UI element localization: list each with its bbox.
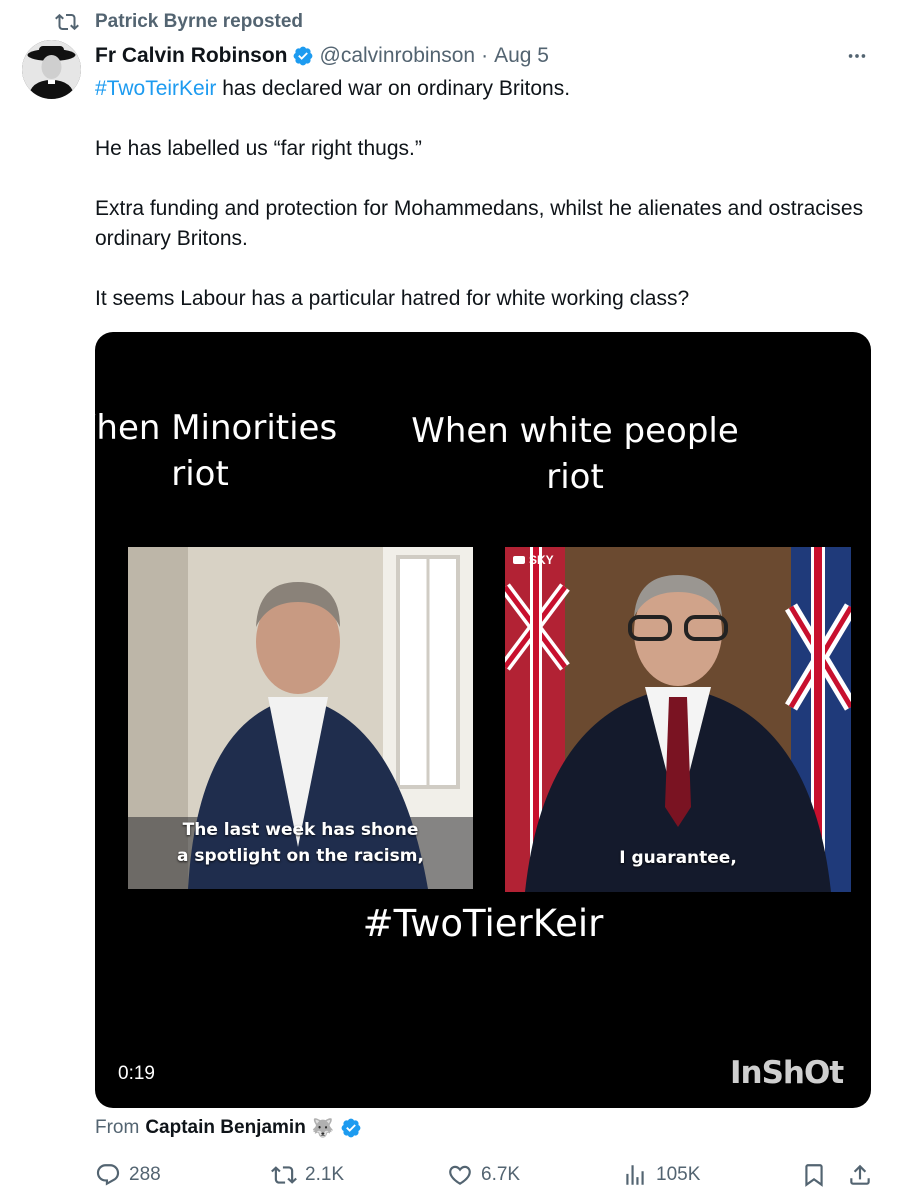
video-frame-right: SKY I guarantee, <box>505 547 851 892</box>
video-source: From Captain Benjamin 🐺 <box>95 1114 362 1142</box>
action-bar: 288 2.1K 6.7K 105K <box>95 1160 875 1190</box>
tweet-date[interactable]: Aug 5 <box>494 44 549 68</box>
avatar[interactable] <box>22 40 81 99</box>
channel-label: SKY <box>529 553 554 567</box>
reply-icon <box>95 1162 121 1188</box>
video-subtitle-left-1: The last week has shone <box>182 820 419 840</box>
tweet-paragraph-4: It seems Labour has a particular hatred … <box>95 287 690 310</box>
video-caption-left: When Minorities riot <box>62 408 338 494</box>
views-chart-icon <box>622 1162 648 1188</box>
views-count: 105K <box>656 1164 701 1185</box>
repost-count: 2.1K <box>305 1164 345 1185</box>
repost-label: Patrick Byrne reposted <box>95 11 304 32</box>
tweet-paragraph-1: #TwoTeirKeir has declared war on ordinar… <box>95 74 865 104</box>
repost-icon <box>271 1162 297 1188</box>
tweet-header: Fr Calvin Robinson @calvinrobinson · Aug… <box>95 40 871 72</box>
author-handle[interactable]: @calvinrobinson <box>320 44 476 68</box>
bookmark-icon <box>801 1162 827 1188</box>
more-options-icon[interactable] <box>843 42 871 70</box>
video-subtitle-right: I guarantee, <box>619 848 737 868</box>
reply-button[interactable]: 288 <box>95 1160 161 1190</box>
video-hashtag-overlay: #TwoTierKeir <box>362 902 604 945</box>
separator-dot: · <box>481 44 489 67</box>
video-frame-left: The last week has shone a spotlight on t… <box>128 547 473 889</box>
like-count: 6.7K <box>481 1164 521 1185</box>
bookmark-button[interactable] <box>801 1160 835 1190</box>
tweet-paragraph-3: Extra funding and protection for Mohamme… <box>95 197 864 250</box>
video-subtitle-left-2: a spotlight on the racism, <box>177 846 424 866</box>
author-display-name[interactable]: Fr Calvin Robinson <box>95 44 288 68</box>
video-watermark: InShOt <box>730 1055 844 1091</box>
source-prefix: From <box>95 1117 140 1138</box>
video-duration: 0:19 <box>118 1063 155 1084</box>
share-icon <box>847 1162 873 1188</box>
tweet-line-1-text: has declared war on ordinary Britons. <box>216 77 571 100</box>
heart-icon <box>447 1162 473 1188</box>
reply-count: 288 <box>129 1164 161 1185</box>
video-caption-right: When white people riot <box>411 411 739 497</box>
views-button[interactable]: 105K <box>622 1160 700 1190</box>
hashtag-link[interactable]: #TwoTeirKeir <box>95 77 216 100</box>
verified-badge-icon[interactable] <box>292 45 314 67</box>
wolf-emoji-icon: 🐺 <box>311 1117 335 1138</box>
repost-icon <box>55 10 79 34</box>
camera-icon <box>513 556 525 564</box>
repost-button[interactable]: 2.1K <box>271 1160 344 1190</box>
tweet-body: #TwoTeirKeir has declared war on ordinar… <box>95 74 865 314</box>
like-button[interactable]: 6.7K <box>447 1160 520 1190</box>
repost-indicator[interactable]: Patrick Byrne reposted <box>55 10 303 34</box>
share-button[interactable] <box>847 1160 881 1190</box>
tweet-paragraph-2: He has labelled us “far right thugs.” <box>95 137 422 160</box>
sky-channel-badge: SKY <box>513 553 554 567</box>
source-name[interactable]: Captain Benjamin <box>145 1117 305 1139</box>
source-verified-icon <box>340 1117 362 1139</box>
